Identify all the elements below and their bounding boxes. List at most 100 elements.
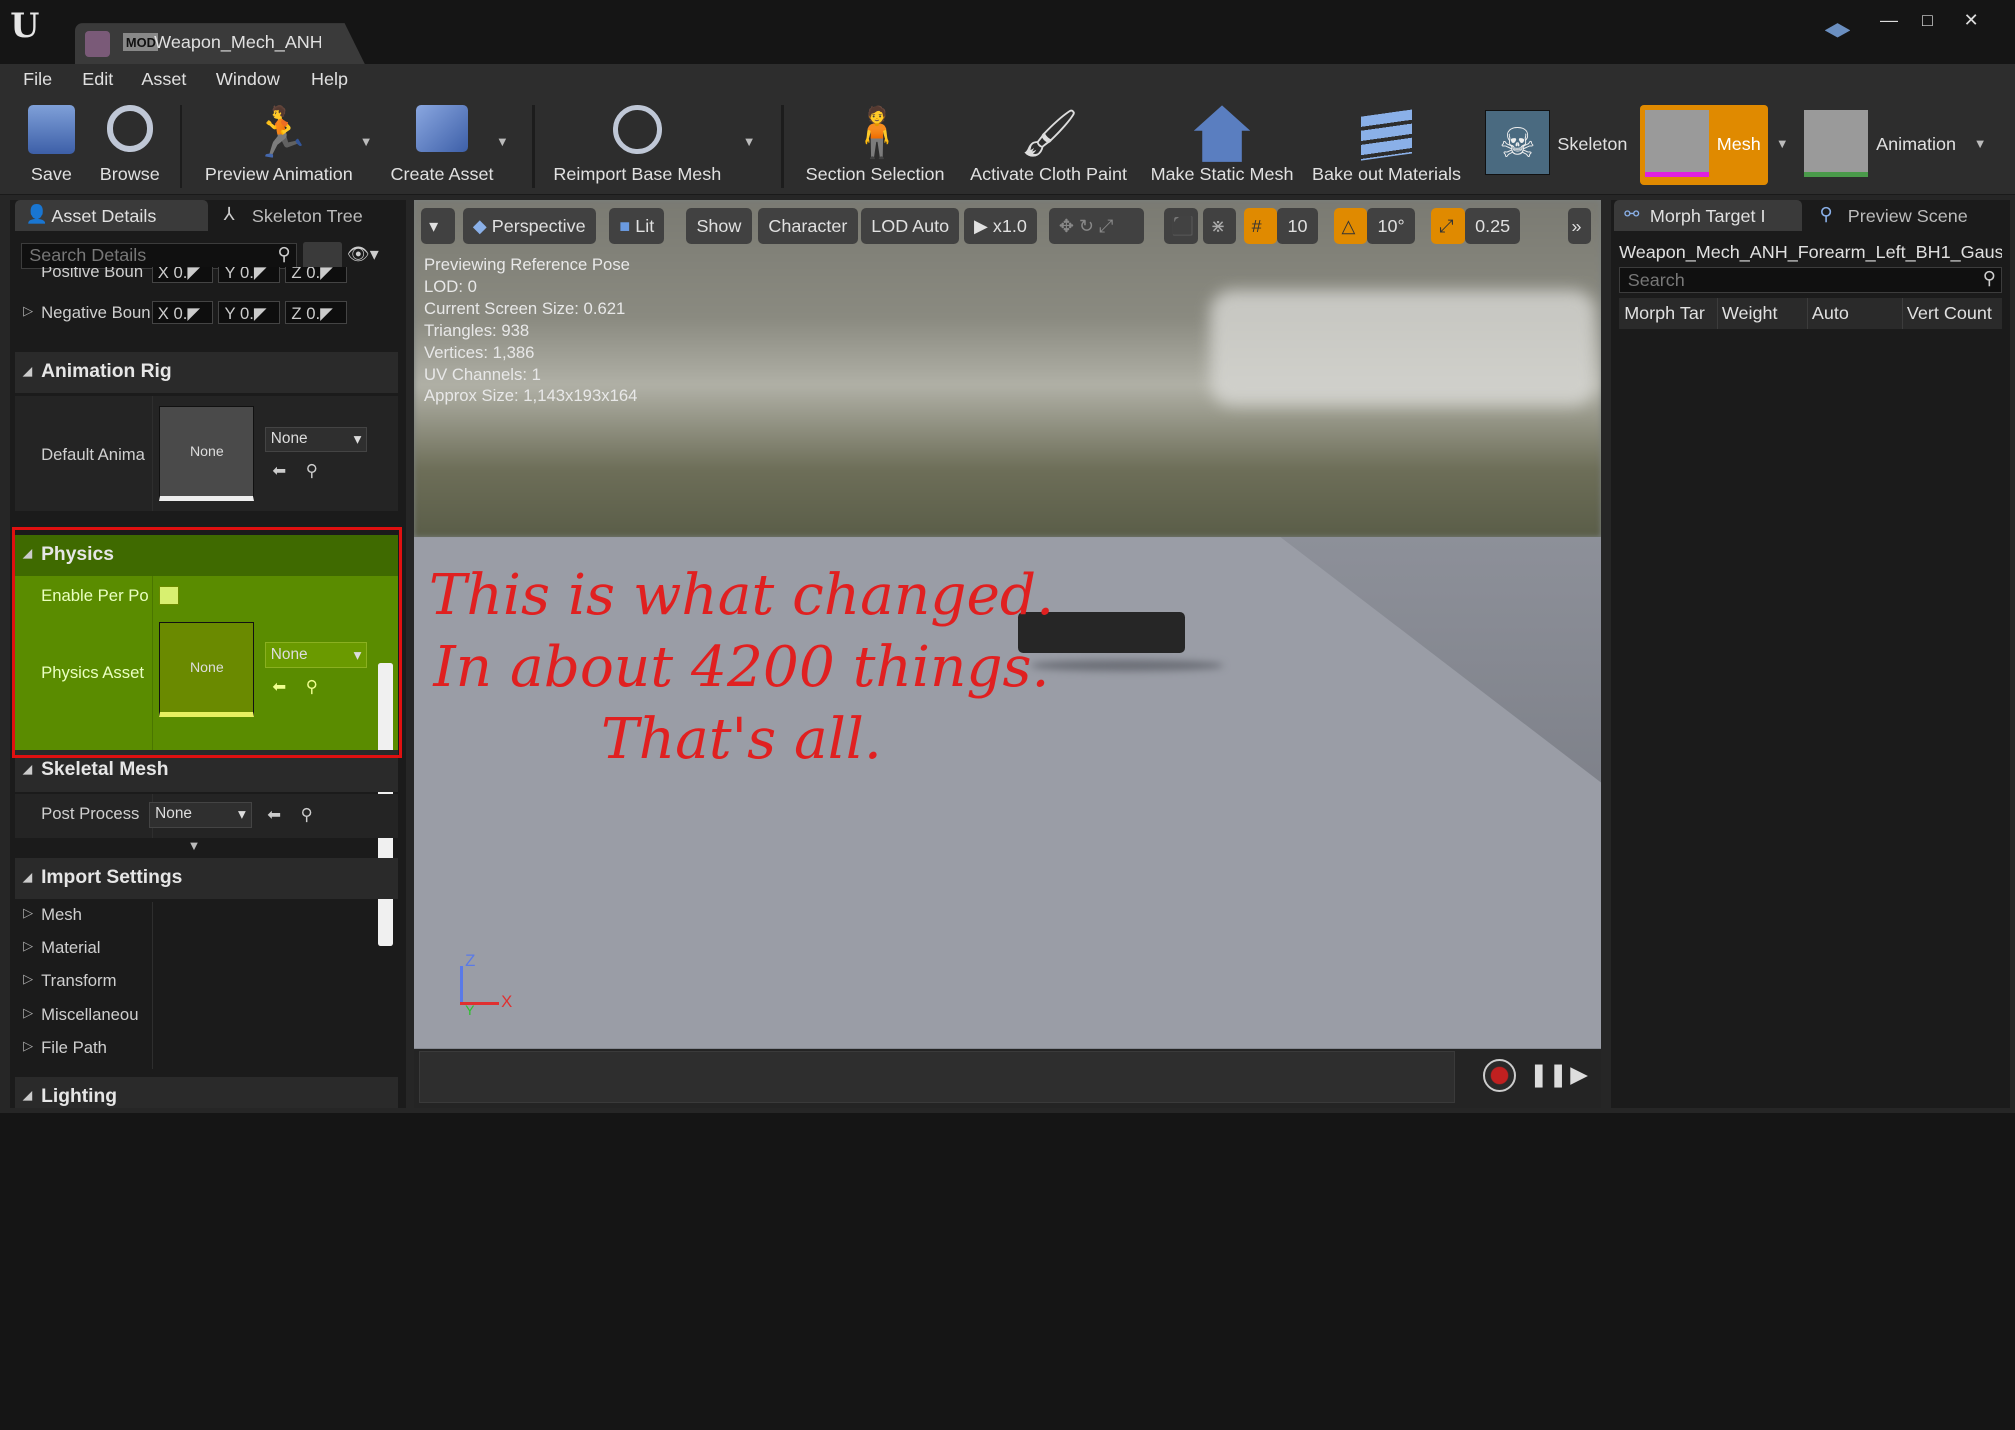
tab-preview-scene[interactable]: ⚲ Preview Scene [1812,200,2005,231]
mesh-mode-dropdown-icon[interactable]: ▼ [1776,136,1789,151]
expand-arrow-icon[interactable]: ▷ [23,303,33,319]
record-button[interactable] [1482,1058,1517,1093]
play-icon: ▶ [974,215,988,236]
world-local-icon[interactable]: ⬛ [1164,208,1198,245]
step-forward-button[interactable]: ▶ [1570,1061,1588,1088]
viewport-toolbar: ▾ ◆ Perspective ■ Lit Show Character LOD… [414,200,1601,251]
bake-out-materials-button[interactable]: Bake out Materials [1308,100,1465,193]
preview-animation-button[interactable]: 🏃 Preview Animation [200,100,357,193]
scale-snap-value[interactable]: 0.25 [1464,208,1521,245]
lod-button[interactable]: LOD Auto [860,208,960,245]
use-selected-arrow-icon[interactable]: ⬅ [272,460,286,481]
lit-button[interactable]: ■ Lit [609,208,665,245]
import-settings-category[interactable]: ◢ Import Settings [15,858,399,900]
collapse-arrow-icon: ◢ [23,365,32,378]
tab-skeleton-tree[interactable]: ⅄ Skeleton Tree [216,200,402,231]
default-animation-combo[interactable]: None ▾ [264,426,368,453]
column-vert-count[interactable]: Vert Count [1907,303,1992,324]
camera-icon: ◆ [472,215,487,236]
tab-asset-details[interactable]: 👤 Asset Details [15,200,209,232]
morph-table-header: Morph Tar Weight Auto Vert Count [1619,298,2002,329]
maximize-button[interactable]: □ [1912,10,1943,31]
import-miscellaneous-item[interactable]: ▷ Miscellaneou [15,1005,151,1031]
negative-bounds-z-field[interactable]: Z 0.◤ [285,300,347,324]
unreal-logo-icon: U [10,5,40,45]
rotation-snap-value[interactable]: 10° [1367,208,1415,245]
asset-tab[interactable]: MOD Weapon_Mech_ANH_i × [74,23,365,65]
tab-morph-target[interactable]: ⚯ Morph Target I [1613,200,1802,232]
tab-close-icon[interactable]: × [411,33,420,51]
negative-bounds-y-field[interactable]: Y 0.◤ [218,300,281,324]
import-file-path-item[interactable]: ▷ File Path [15,1038,151,1064]
grid-snap-icon[interactable]: # [1243,208,1278,245]
positive-bounds-row: Positive Boun X 0.◤ Y 0.◤ Z 0.◤ [15,267,398,285]
import-transform-item[interactable]: ▷ Transform [15,971,151,997]
negative-bounds-row: ▷ Negative Boun X 0.◤ Y 0.◤ Z 0.◤ [15,300,398,329]
transform-tools[interactable]: ✥ ↻ ⤢ [1048,208,1144,245]
scale-snap-icon[interactable]: ⤢ [1431,208,1465,245]
surface-snap-icon[interactable]: ⋇ [1202,208,1237,245]
create-asset-dropdown-icon[interactable]: ▼ [496,134,509,149]
positive-bounds-x-field[interactable]: X 0.◤ [151,267,214,283]
negative-bounds-x-field[interactable]: X 0.◤ [151,300,214,324]
import-mesh-item[interactable]: ▷ Mesh [15,905,151,931]
expand-arrow-icon: ▷ [23,1004,33,1020]
search-icon: ⚲ [277,243,291,264]
minimize-button[interactable]: — [1874,10,1905,31]
show-button[interactable]: Show [686,208,752,245]
menu-edit[interactable]: Edit [82,69,113,90]
post-process-combo[interactable]: None ▾ [149,801,252,828]
make-static-mesh-button[interactable]: Make Static Mesh [1146,100,1298,193]
save-button[interactable]: Save [15,100,87,193]
column-morph-target[interactable]: Morph Tar [1624,303,1709,324]
menu-window[interactable]: Window [216,69,280,90]
positive-bounds-z-field[interactable]: Z 0.◤ [285,267,347,283]
browse-search-icon[interactable]: ⚲ [301,804,313,825]
lighting-category[interactable]: ◢ Lighting [15,1076,399,1108]
static-mesh-house-icon [1193,105,1251,162]
close-button[interactable]: ✕ [1956,10,1987,31]
advanced-expand-icon[interactable]: ▼ [188,838,201,853]
preview-animation-dropdown-icon[interactable]: ▼ [360,134,373,149]
reimport-base-mesh-button[interactable]: Reimport Base Mesh [550,100,725,193]
playback-speed-button[interactable]: ▶ x1.0 [963,208,1038,245]
animation-thumbnail-icon [1804,110,1869,178]
pause-button[interactable]: ❚❚ [1529,1061,1568,1088]
search-details-input[interactable]: Search Details ⚲ [20,242,297,269]
use-selected-arrow-icon[interactable]: ⬅ [267,804,281,825]
browse-search-icon[interactable]: ⚲ [306,460,318,481]
collapse-arrow-icon: ◢ [23,1090,32,1103]
mesh-thumbnail-icon [1644,110,1710,178]
activate-cloth-paint-button[interactable]: 🖌 Activate Cloth Paint [964,100,1134,193]
learn-icon[interactable] [1824,23,1851,38]
paint-brush-icon: 🖌 [1020,107,1079,160]
animation-rig-category[interactable]: ◢ Animation Rig [15,352,399,394]
column-auto[interactable]: Auto [1812,303,1849,324]
character-button[interactable]: Character [758,208,858,245]
timeline-scrubber[interactable] [418,1051,1455,1103]
column-weight[interactable]: Weight [1722,303,1778,324]
menu-help[interactable]: Help [311,69,348,90]
animation-mode-button[interactable]: Animation ▼ [1802,105,1995,185]
rotation-snap-icon[interactable]: △ [1333,208,1368,245]
browse-button[interactable]: Browse [93,100,168,193]
morph-search-input[interactable]: Search ⚲ [1619,267,2002,293]
reimport-dropdown-icon[interactable]: ▼ [743,134,756,149]
animation-mode-dropdown-icon[interactable]: ▼ [1974,136,1987,151]
viewport[interactable]: ▾ ◆ Perspective ■ Lit Show Character LOD… [413,200,1602,1049]
positive-bounds-y-field[interactable]: Y 0.◤ [218,267,281,283]
import-material-item[interactable]: ▷ Material [15,938,151,964]
visibility-eye-icon[interactable]: 👁▾ [347,244,379,265]
menu-asset[interactable]: Asset [141,69,186,90]
viewport-toolbar-expand-icon[interactable]: » [1567,208,1591,245]
section-selection-button[interactable]: 🧍 Section Selection [802,100,948,193]
viewport-options-dropdown-icon[interactable]: ▾ [421,208,455,245]
skeleton-mode-button[interactable]: ☠ Skeleton [1483,105,1632,185]
default-animation-thumbnail[interactable]: None [159,406,255,502]
create-asset-button[interactable]: Create Asset [386,100,499,193]
view-options-grid-icon[interactable] [303,241,342,270]
grid-size-button[interactable]: 10 [1277,208,1318,245]
perspective-button[interactable]: ◆ Perspective [462,208,596,245]
mesh-mode-button[interactable]: Mesh [1639,105,1769,186]
menu-file[interactable]: File [23,69,52,90]
